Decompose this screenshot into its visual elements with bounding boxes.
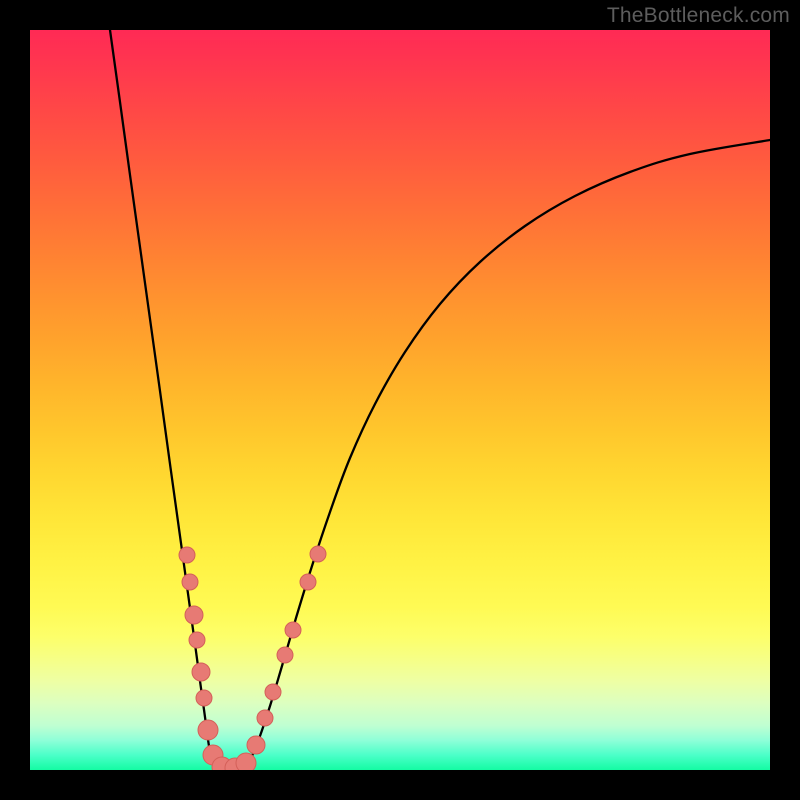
- bead: [247, 736, 265, 754]
- bead: [285, 622, 301, 638]
- bead: [236, 753, 256, 770]
- bead: [257, 710, 273, 726]
- bead: [265, 684, 281, 700]
- bead: [179, 547, 195, 563]
- watermark-text: TheBottleneck.com: [607, 4, 790, 28]
- bead: [310, 546, 326, 562]
- bead: [196, 690, 212, 706]
- bead: [277, 647, 293, 663]
- bead: [192, 663, 210, 681]
- bead: [182, 574, 198, 590]
- curve-beads: [179, 546, 326, 770]
- bead: [198, 720, 218, 740]
- bead: [300, 574, 316, 590]
- bead: [189, 632, 205, 648]
- bottleneck-curve: [30, 30, 770, 770]
- plot-area: [30, 30, 770, 770]
- curve-path: [110, 30, 770, 769]
- chart-frame: TheBottleneck.com: [0, 0, 800, 800]
- bead: [185, 606, 203, 624]
